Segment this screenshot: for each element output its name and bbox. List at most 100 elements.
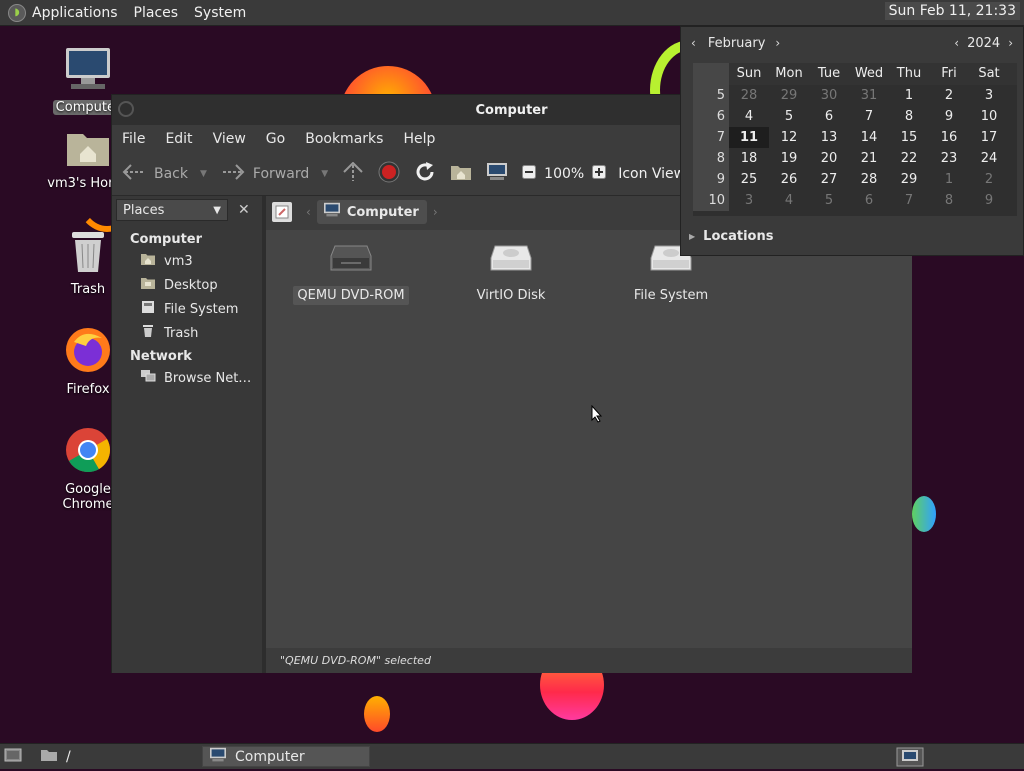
menu-bookmarks[interactable]: Bookmarks <box>305 131 383 147</box>
calendar-day[interactable]: 27 <box>809 169 849 190</box>
forward-button[interactable]: Forward ▼ <box>221 164 328 184</box>
prev-year-icon[interactable]: ‹ <box>954 36 959 50</box>
calendar-day[interactable]: 23 <box>929 148 969 169</box>
hard-disk-icon <box>446 242 576 280</box>
calendar-day[interactable]: 2 <box>969 169 1009 190</box>
calendar-day[interactable]: 15 <box>889 127 929 148</box>
calendar-day[interactable]: 30 <box>809 85 849 106</box>
calendar-day[interactable]: 9 <box>929 106 969 127</box>
calendar-day-today[interactable]: 11 <box>729 127 769 148</box>
stop-button[interactable] <box>378 161 400 187</box>
prev-month-icon[interactable]: ‹ <box>691 36 696 50</box>
calendar-day[interactable]: 26 <box>769 169 809 190</box>
weekday-label: Sun <box>736 66 762 81</box>
calendar-day[interactable]: 14 <box>849 127 889 148</box>
forward-dropdown-icon[interactable]: ▼ <box>321 169 328 179</box>
calendar-day[interactable]: 20 <box>809 148 849 169</box>
next-month-icon[interactable]: › <box>775 36 780 50</box>
calendar-day[interactable]: 19 <box>769 148 809 169</box>
calendar-day[interactable]: 24 <box>969 148 1009 169</box>
home-folder-icon <box>450 163 472 185</box>
calendar-day[interactable]: 25 <box>729 169 769 190</box>
breadcrumb[interactable]: Computer <box>316 200 427 224</box>
calendar-day[interactable]: 13 <box>809 127 849 148</box>
folder-icon[interactable] <box>40 748 58 766</box>
calendar-day[interactable]: 6 <box>809 106 849 127</box>
reload-icon <box>414 161 436 187</box>
calendar-day[interactable]: 28 <box>729 85 769 106</box>
path-scroll-left-icon[interactable]: ‹ <box>306 205 311 219</box>
calendar-day[interactable]: 4 <box>769 190 809 211</box>
clock[interactable]: Sun Feb 11, 21:33 <box>884 2 1020 20</box>
home-button[interactable] <box>450 163 472 185</box>
calendar-year: 2024 <box>967 35 1001 51</box>
up-button[interactable] <box>342 161 364 186</box>
back-button[interactable]: Back ▼ <box>122 164 207 184</box>
calendar-day[interactable]: 6 <box>849 190 889 211</box>
calendar-day[interactable]: 31 <box>849 85 889 106</box>
menu-edit[interactable]: Edit <box>165 131 192 147</box>
menu-places[interactable]: Places <box>134 5 179 21</box>
view-mode-select[interactable]: Icon View <box>618 166 685 182</box>
calendar-day[interactable]: 5 <box>769 106 809 127</box>
computer-button[interactable] <box>486 162 508 186</box>
sidebar-item-browse-network[interactable]: Browse Net… <box>112 366 262 390</box>
zoom-out-button[interactable] <box>522 165 537 183</box>
applications-logo-icon[interactable]: ◗ <box>8 3 26 22</box>
calendar-day[interactable]: 10 <box>969 106 1009 127</box>
calendar-day[interactable]: 8 <box>889 106 929 127</box>
sidebar-item-desktop[interactable]: Desktop <box>112 273 262 297</box>
calendar-day[interactable]: 17 <box>969 127 1009 148</box>
workspace-switcher-icon[interactable] <box>896 747 924 771</box>
path-label[interactable]: / <box>66 749 71 765</box>
close-icon[interactable]: ✕ <box>238 202 250 218</box>
calendar-day[interactable]: 9 <box>969 190 1009 211</box>
calendar-day[interactable]: 12 <box>769 127 809 148</box>
calendar-day[interactable]: 1 <box>929 169 969 190</box>
calendar-day[interactable]: 21 <box>849 148 889 169</box>
menu-system[interactable]: System <box>194 5 246 21</box>
sidebar-item-label: Desktop <box>164 277 218 293</box>
calendar-day[interactable]: 29 <box>769 85 809 106</box>
path-scroll-right-icon[interactable]: › <box>433 205 438 219</box>
window-menu-icon[interactable] <box>118 101 134 117</box>
sidebar-item-trash[interactable]: Trash <box>112 321 262 345</box>
menu-help[interactable]: Help <box>403 131 435 147</box>
calendar-day[interactable]: 4 <box>729 106 769 127</box>
sidebar-item-label: File System <box>164 301 239 317</box>
taskbar-item-computer[interactable]: Computer <box>202 746 370 767</box>
menu-applications[interactable]: Applications <box>32 5 118 21</box>
breadcrumb-label: Computer <box>346 204 419 220</box>
calendar-day[interactable]: 18 <box>729 148 769 169</box>
zoom-in-button[interactable] <box>592 165 607 183</box>
weekday-label: Wed <box>854 66 884 81</box>
sidebar-item-file-system[interactable]: File System <box>112 297 262 321</box>
calendar-day[interactable]: 29 <box>889 169 929 190</box>
calendar-day[interactable]: 3 <box>729 190 769 211</box>
next-year-icon[interactable]: › <box>1008 36 1013 50</box>
menu-go[interactable]: Go <box>266 131 285 147</box>
menu-file[interactable]: File <box>122 131 145 147</box>
reload-button[interactable] <box>414 161 436 187</box>
calendar-day[interactable]: 5 <box>809 190 849 211</box>
back-dropdown-icon[interactable]: ▼ <box>200 169 207 179</box>
edit-location-icon[interactable] <box>272 202 292 222</box>
sidebar-type-select[interactable]: Places ▼ <box>116 199 228 221</box>
file-item-virtio-disk[interactable]: VirtIO Disk <box>446 242 576 305</box>
sidebar-item-vm3[interactable]: vm3 <box>112 249 262 273</box>
menu-view[interactable]: View <box>213 131 246 147</box>
calendar-day[interactable]: 8 <box>929 190 969 211</box>
show-desktop-icon[interactable] <box>4 747 22 767</box>
calendar-day[interactable]: 16 <box>929 127 969 148</box>
icon-view[interactable]: QEMU DVD-ROM VirtIO Disk File System <box>266 230 912 648</box>
calendar-day[interactable]: 1 <box>889 85 929 106</box>
file-item-dvd[interactable]: QEMU DVD-ROM <box>286 242 416 305</box>
calendar-day[interactable]: 3 <box>969 85 1009 106</box>
calendar-day[interactable]: 28 <box>849 169 889 190</box>
calendar-day[interactable]: 2 <box>929 85 969 106</box>
locations-expander[interactable]: ▶ Locations <box>689 229 773 244</box>
calendar-day[interactable]: 7 <box>889 190 929 211</box>
calendar-day[interactable]: 7 <box>849 106 889 127</box>
calendar-day[interactable]: 22 <box>889 148 929 169</box>
week-number: 5 <box>693 85 729 106</box>
